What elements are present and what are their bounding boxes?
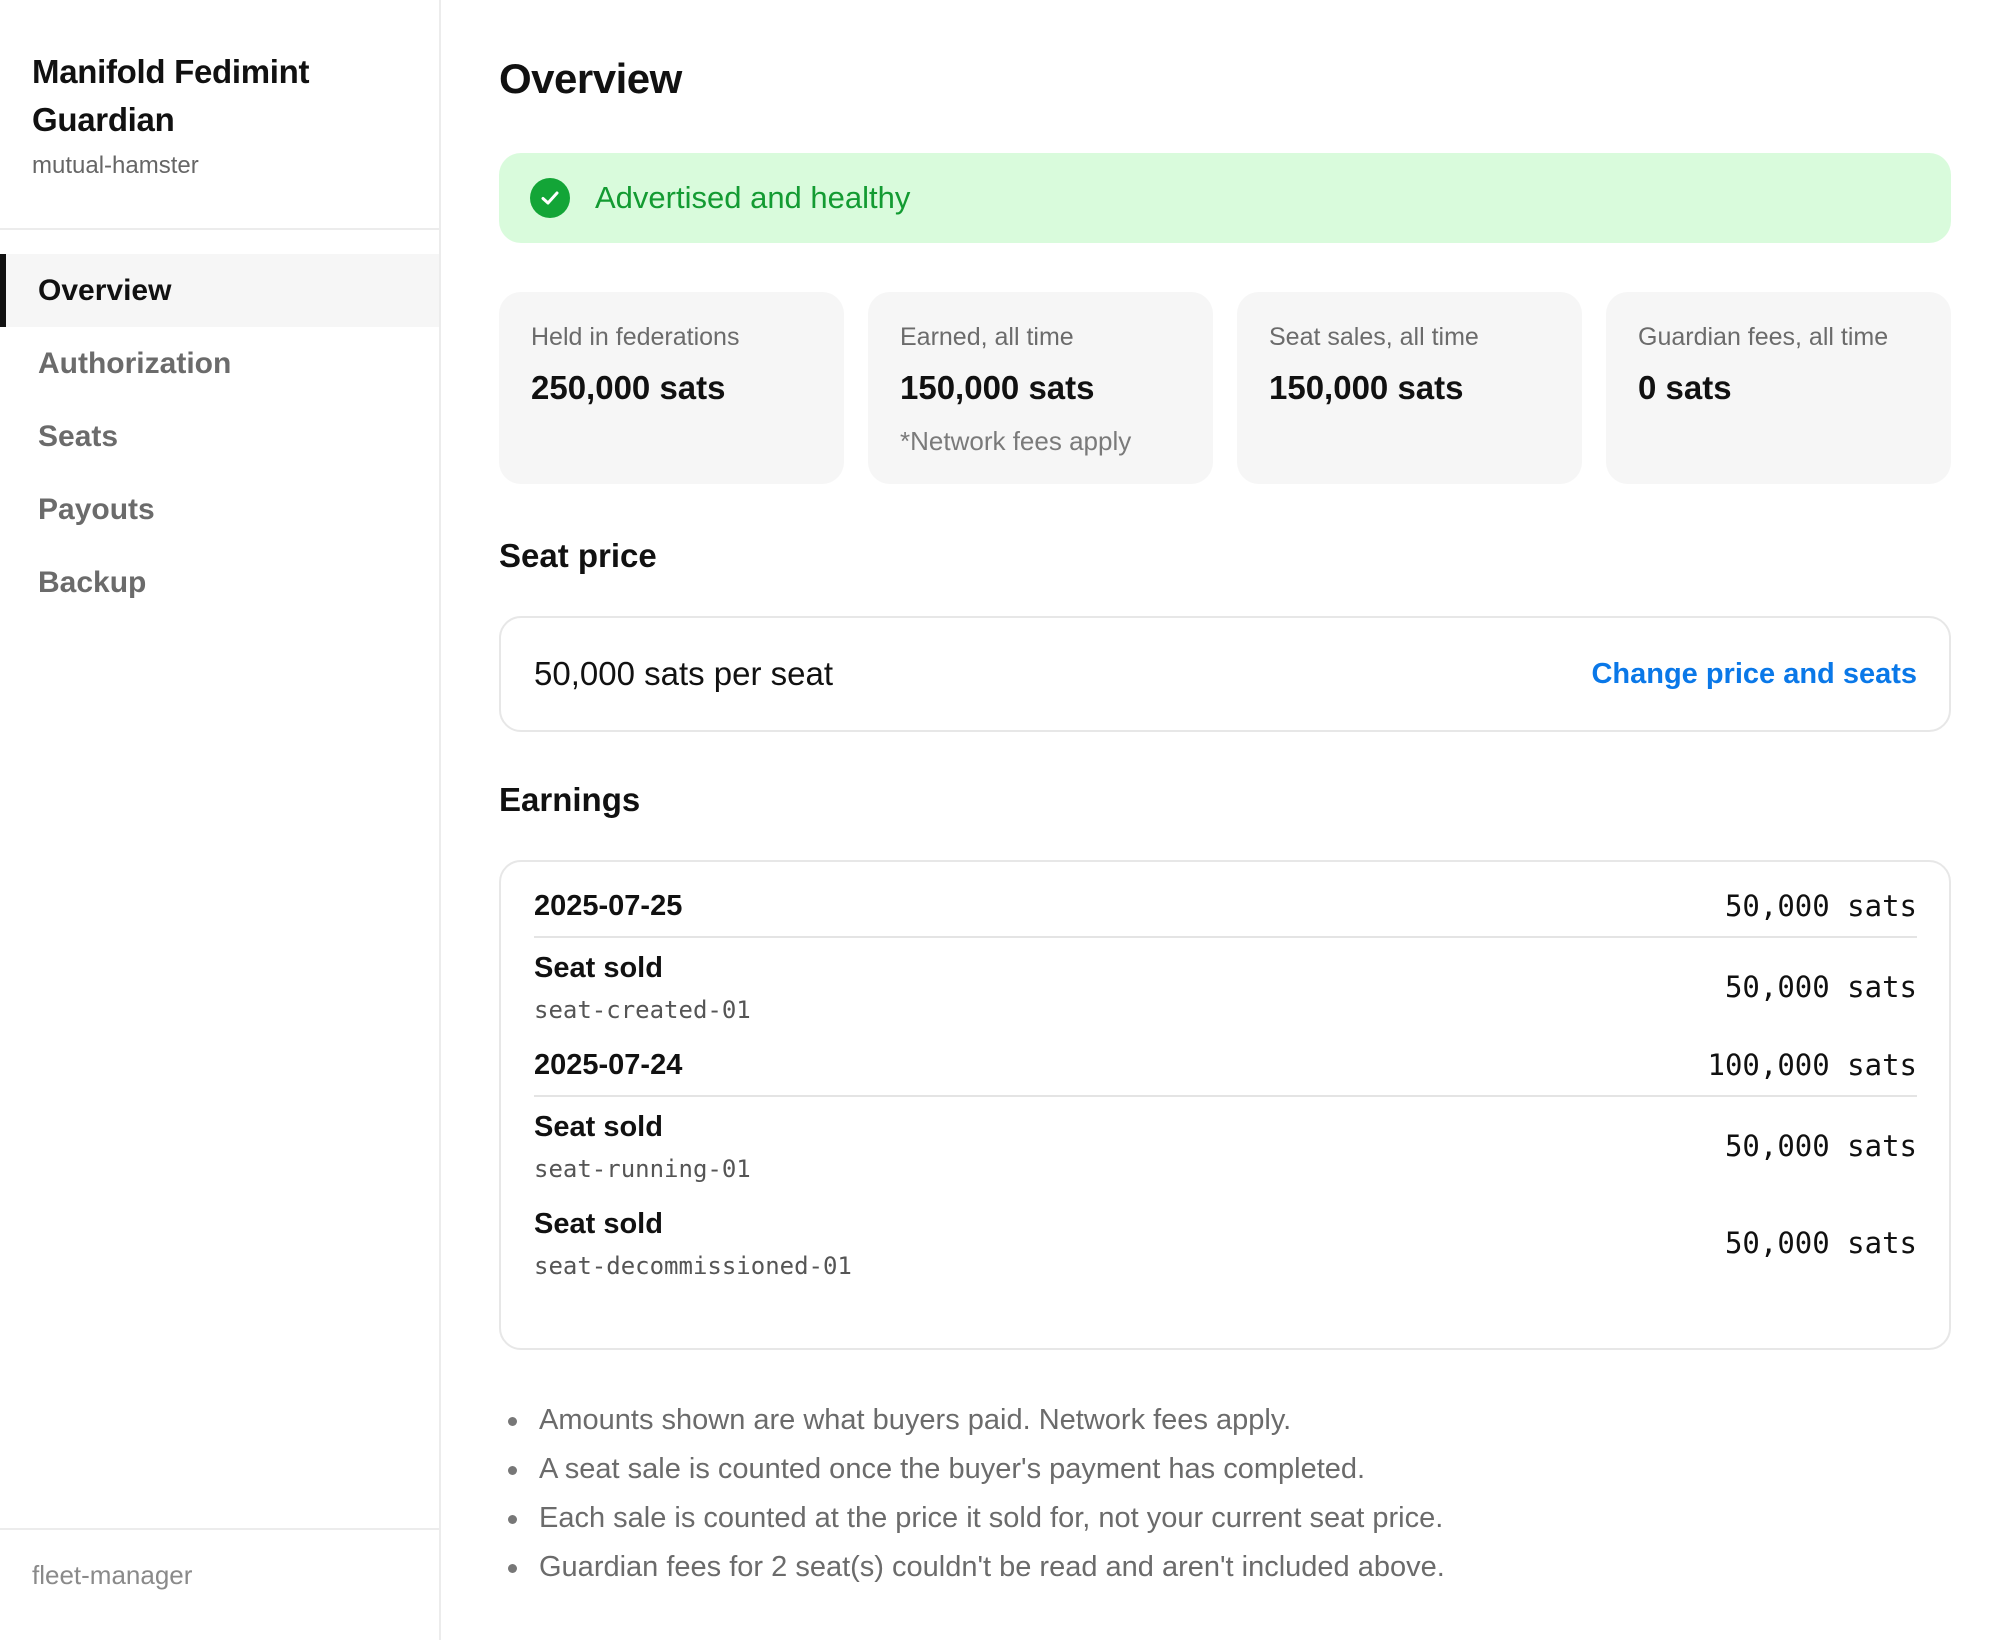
earnings-day-header: 2025-07-24 100,000 sats [534,1035,1917,1097]
stat-value: 150,000 sats [900,369,1095,406]
seat-price-card: 50,000 sats per seat Change price and se… [499,616,1951,732]
stats-row: Held in federations 250,000 sats Earned,… [499,292,1951,484]
sale-title: Seat sold [534,1110,663,1143]
sidebar-item-overview[interactable]: Overview [0,254,439,327]
earnings-day-date: 2025-07-24 [534,1048,683,1081]
sale-seat-id: seat-created-01 [534,995,751,1024]
brand-block: Manifold Fedimint Guardian mutual-hamste… [0,0,439,230]
stat-label: Earned, all time [900,323,1074,351]
sidebar: Manifold Fedimint Guardian mutual-hamste… [0,0,441,1640]
sidebar-item-payouts[interactable]: Payouts [0,473,439,546]
stat-note: *Network fees apply [900,426,1132,456]
stat-label: Guardian fees, all time [1638,323,1889,351]
main-content: Overview Advertised and healthy Held in … [499,0,1951,1592]
status-text: Advertised and healthy [595,180,911,215]
app-subtitle: mutual-hamster [32,152,199,179]
sidebar-item-label: Seats [38,419,119,453]
sidebar-item-seats[interactable]: Seats [0,400,439,473]
stat-value: 150,000 sats [1269,369,1464,406]
sidebar-item-label: Payouts [38,492,155,526]
sale-title: Seat sold [534,1207,663,1240]
stat-label: Held in federations [531,323,740,351]
stat-card-earned: Earned, all time 150,000 sats *Network f… [868,292,1213,484]
stat-card-seat-sales: Seat sales, all time 150,000 sats [1237,292,1582,484]
sale-title: Seat sold [534,951,663,984]
status-banner: Advertised and healthy [499,153,1951,243]
page-title: Overview [499,55,682,102]
stat-value: 250,000 sats [531,369,726,406]
earnings-day-header: 2025-07-25 50,000 sats [534,876,1917,938]
seat-price-value: 50,000 sats per seat [534,655,834,692]
change-price-link[interactable]: Change price and seats [1591,658,1917,691]
earnings-day-date: 2025-07-25 [534,889,683,922]
sale-amount: 50,000 sats [1724,1225,1917,1260]
note-item: Amounts shown are what buyers paid. Netw… [499,1396,1951,1445]
sale-amount: 50,000 sats [1724,969,1917,1004]
check-circle-icon [530,178,570,218]
sidebar-item-backup[interactable]: Backup [0,546,439,619]
note-item: A seat sale is counted once the buyer's … [499,1445,1951,1494]
earnings-day-total: 100,000 sats [1707,1048,1917,1082]
sale-amount: 50,000 sats [1724,1128,1917,1163]
sale-seat-id: seat-decommissioned-01 [534,1251,852,1280]
sidebar-nav: Overview Authorization Seats Payouts Bac… [0,230,439,619]
sidebar-footer: fleet-manager [0,1528,439,1640]
sidebar-item-label: Backup [38,565,147,599]
sale-seat-id: seat-running-01 [534,1154,751,1183]
stat-value: 0 sats [1638,369,1732,406]
list-item: Seat sold seat-created-01 50,000 sats [534,938,1917,1035]
earnings-notes: Amounts shown are what buyers paid. Netw… [499,1396,1951,1592]
app-title: Manifold Fedimint Guardian [32,53,310,138]
list-item: Seat sold seat-decommissioned-01 50,000 … [534,1194,1917,1291]
earnings-day-total: 50,000 sats [1724,889,1917,923]
earnings-list: 2025-07-25 50,000 sats Seat sold seat-cr… [499,860,1951,1350]
stat-card-guardian-fees: Guardian fees, all time 0 sats [1606,292,1951,484]
stat-card-held: Held in federations 250,000 sats [499,292,844,484]
note-item: Each sale is counted at the price it sol… [499,1494,1951,1543]
list-item: Seat sold seat-running-01 50,000 sats [534,1097,1917,1194]
earnings-heading: Earnings [499,781,641,818]
stat-label: Seat sales, all time [1269,323,1479,351]
seat-price-heading: Seat price [499,537,657,574]
note-item: Guardian fees for 2 seat(s) couldn't be … [499,1543,1951,1592]
sidebar-item-label: Overview [38,273,172,307]
sidebar-item-label: Authorization [38,346,232,380]
sidebar-item-authorization[interactable]: Authorization [0,327,439,400]
